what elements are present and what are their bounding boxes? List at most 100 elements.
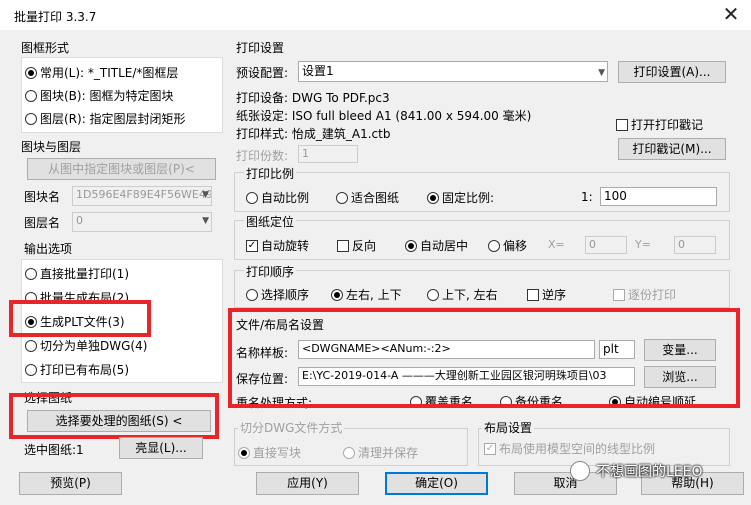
- offset-option[interactable]: 偏移: [488, 237, 527, 254]
- scale-fixed-label: 固定比例:: [442, 191, 495, 205]
- scale-fit-label: 适合图纸: [351, 191, 400, 205]
- radio-icon: [25, 363, 37, 376]
- reverse-checkbox[interactable]: 反向: [337, 237, 376, 254]
- scale-auto-option[interactable]: 自动比例: [246, 189, 309, 206]
- chevron-down-icon: ▼: [202, 190, 209, 200]
- open-stamp-checkbox[interactable]: 打开打印戳记: [616, 116, 703, 133]
- scale-fixed-option[interactable]: 固定比例:: [427, 189, 494, 206]
- frame-style-layer-option[interactable]: 图层(R): 指定图层封闭矩形: [25, 110, 186, 127]
- order-select-option[interactable]: 选择顺序: [246, 286, 309, 303]
- output-split-dwg-option[interactable]: 切分为单独DWG(4): [25, 337, 147, 354]
- split-write-block-option[interactable]: 直接写块: [238, 444, 301, 461]
- print-setup-button[interactable]: 打印设置(A)...: [618, 61, 726, 83]
- radio-icon: [25, 339, 37, 352]
- block-name-label: 图块名: [24, 190, 61, 204]
- checkbox-icon: [616, 118, 628, 131]
- checkbox-checked-icon: ✓: [246, 239, 258, 252]
- radio-icon: [488, 239, 500, 252]
- highlight-button[interactable]: 亮显(L)...: [119, 437, 203, 459]
- preview-button[interactable]: 预览(P): [19, 472, 122, 495]
- radio-icon: [343, 446, 355, 459]
- frame-style-common-label: 常用(L): *_TITLE/*图框层: [40, 66, 179, 80]
- output-existing-layout-option[interactable]: 打印已有布局(5): [25, 361, 129, 378]
- layer-name-combo[interactable]: 0 ▼: [72, 212, 212, 232]
- frame-style-common-option[interactable]: 常用(L): *_TITLE/*图框层: [25, 64, 178, 81]
- highlight-box-file-naming: [228, 308, 740, 408]
- offset-x-input[interactable]: 0: [585, 236, 627, 254]
- block-name-combo[interactable]: 1D596E4F89E4F56WE49I ▼: [72, 186, 212, 206]
- radio-icon: [405, 239, 417, 252]
- radio-icon: [25, 112, 37, 125]
- print-settings-title: 打印设置: [236, 41, 285, 55]
- checkbox-icon: [613, 288, 625, 301]
- print-stamp-button[interactable]: 打印戳记(M)...: [618, 138, 726, 160]
- offset-label: 偏移: [503, 239, 528, 253]
- auto-center-label: 自动居中: [420, 239, 469, 253]
- pick-block-layer-button[interactable]: 从图中指定图块或图层(P)<: [27, 158, 216, 180]
- chevron-down-icon: ▼: [598, 68, 605, 78]
- close-icon[interactable]: ✕: [718, 1, 744, 27]
- order-ud-label: 上下, 左右: [442, 288, 498, 302]
- auto-rotate-label: 自动旋转: [261, 239, 310, 253]
- per-copy-checkbox[interactable]: 逐份打印: [613, 286, 676, 303]
- checkbox-checked-icon: ✓: [484, 442, 496, 455]
- paper-line: 纸张设定: ISO full bleed A1 (841.00 x 594.00…: [236, 109, 532, 123]
- order-reverse-checkbox[interactable]: 逆序: [527, 286, 566, 303]
- layout-title: 布局设置: [482, 419, 535, 436]
- radio-icon: [25, 66, 37, 79]
- frame-style-layer-label: 图层(R): 指定图层封闭矩形: [40, 112, 186, 126]
- wechat-icon: [570, 461, 590, 481]
- radio-icon: [238, 446, 250, 459]
- scale-auto-label: 自动比例: [261, 191, 310, 205]
- radio-icon: [25, 89, 37, 102]
- order-ud-option[interactable]: 上下, 左右: [427, 286, 498, 303]
- radio-icon: [246, 288, 258, 301]
- order-lr-option[interactable]: 左右, 上下: [331, 286, 402, 303]
- radio-icon: [331, 288, 343, 301]
- copies-label: 打印份数:: [236, 149, 289, 163]
- radio-icon: [336, 191, 348, 204]
- block-name-value: 1D596E4F89E4F56WE49I: [76, 188, 212, 201]
- radio-icon: [427, 191, 439, 204]
- position-title: 图纸定位: [244, 213, 297, 230]
- ok-button[interactable]: 确定(O): [385, 472, 488, 495]
- copies-input[interactable]: 1: [298, 145, 358, 163]
- window-title: 批量打印 3.3.7: [14, 10, 97, 24]
- order-reverse-label: 逆序: [542, 288, 567, 302]
- radio-icon: [25, 267, 37, 280]
- split-clean-save-label: 清理并保存: [358, 446, 419, 460]
- highlight-box-plt: [9, 300, 151, 337]
- preset-label: 预设配置:: [236, 66, 289, 80]
- order-title: 打印顺序: [244, 263, 297, 280]
- auto-center-option[interactable]: 自动居中: [405, 237, 468, 254]
- watermark: 不想画图的LEEO: [570, 461, 703, 481]
- order-select-label: 选择顺序: [261, 288, 310, 302]
- order-lr-label: 左右, 上下: [346, 288, 402, 302]
- watermark-text: 不想画图的LEEO: [596, 464, 703, 480]
- scale-fit-option[interactable]: 适合图纸: [336, 189, 399, 206]
- preset-combo[interactable]: 设置1 ▼: [298, 61, 608, 82]
- output-options-title: 输出选项: [24, 242, 73, 256]
- checkbox-icon: [527, 288, 539, 301]
- split-clean-save-option[interactable]: 清理并保存: [343, 444, 418, 461]
- output-split-dwg-label: 切分为单独DWG(4): [40, 339, 148, 353]
- split-title: 切分DWG文件方式: [238, 419, 345, 436]
- offset-y-input[interactable]: 0: [674, 236, 716, 254]
- apply-button[interactable]: 应用(Y): [256, 472, 359, 495]
- frame-style-block-option[interactable]: 图块(B): 图框为特定图块: [25, 87, 173, 104]
- layer-name-label: 图层名: [24, 216, 61, 230]
- frame-style-block-label: 图块(B): 图框为特定图块: [40, 89, 174, 103]
- per-copy-label: 逐份打印: [628, 288, 677, 302]
- auto-rotate-checkbox[interactable]: ✓ 自动旋转: [246, 237, 309, 254]
- layout-linetype-checkbox[interactable]: ✓ 布局使用模型空间的线型比例: [484, 440, 655, 457]
- preset-value: 设置1: [302, 64, 334, 78]
- title-bar: 批量打印 3.3.7 ✕: [0, 0, 751, 30]
- offset-x-label: X=: [548, 238, 565, 251]
- print-device-line: 打印设备: DWG To PDF.pc3: [236, 91, 390, 105]
- highlight-box-select: [9, 393, 219, 439]
- output-direct-print-option[interactable]: 直接批量打印(1): [25, 265, 129, 282]
- scale-ratio-input[interactable]: 100: [600, 187, 717, 206]
- output-existing-layout-label: 打印已有布局(5): [40, 363, 129, 377]
- radio-icon: [427, 288, 439, 301]
- frame-style-title: 图框形式: [21, 41, 70, 55]
